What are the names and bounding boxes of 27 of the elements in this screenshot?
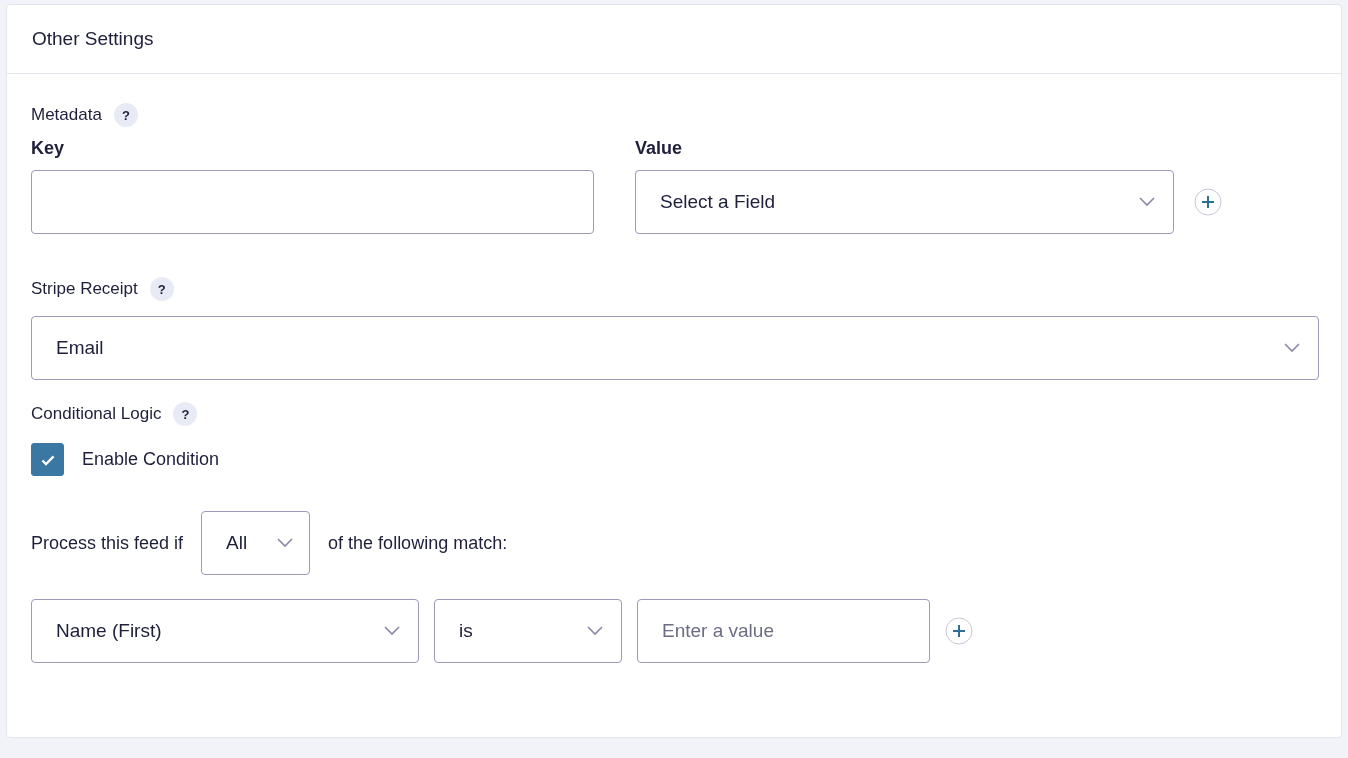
condition-text: of the following match: bbox=[328, 532, 508, 554]
chevron-down-icon bbox=[277, 538, 294, 548]
panel-title: Other Settings bbox=[32, 28, 154, 50]
operator-select[interactable]: is bbox=[434, 599, 622, 663]
help-badge[interactable]: ? bbox=[173, 402, 198, 426]
chevron-down-icon bbox=[587, 626, 603, 636]
field-label: Conditional Logic bbox=[31, 404, 162, 424]
field-select[interactable]: Name (First) bbox=[31, 599, 419, 663]
add-icon[interactable] bbox=[945, 617, 973, 645]
value-input-field[interactable]: Enter a value bbox=[637, 599, 930, 663]
checkbox-label: Enable Condition bbox=[82, 449, 220, 470]
help-badge[interactable]: ? bbox=[113, 103, 138, 127]
key-input-field[interactable] bbox=[31, 170, 594, 234]
field-label: Stripe Receipt bbox=[31, 279, 138, 299]
chevron-down-icon bbox=[1139, 197, 1155, 207]
chevron-down-icon bbox=[384, 626, 400, 636]
field-label: Metadata bbox=[31, 105, 102, 125]
column-label: Key bbox=[31, 137, 66, 160]
match-select[interactable]: All bbox=[201, 511, 311, 575]
chevron-down-icon bbox=[1284, 343, 1300, 353]
checkbox[interactable] bbox=[31, 443, 64, 476]
add-icon[interactable] bbox=[1194, 188, 1222, 216]
condition-text: Process this feed if bbox=[31, 532, 184, 554]
column-label: Value bbox=[635, 137, 684, 160]
value-select[interactable]: Select a Field bbox=[635, 170, 1174, 234]
receipt-select[interactable]: Email bbox=[31, 316, 1319, 380]
help-badge[interactable]: ? bbox=[149, 277, 174, 301]
